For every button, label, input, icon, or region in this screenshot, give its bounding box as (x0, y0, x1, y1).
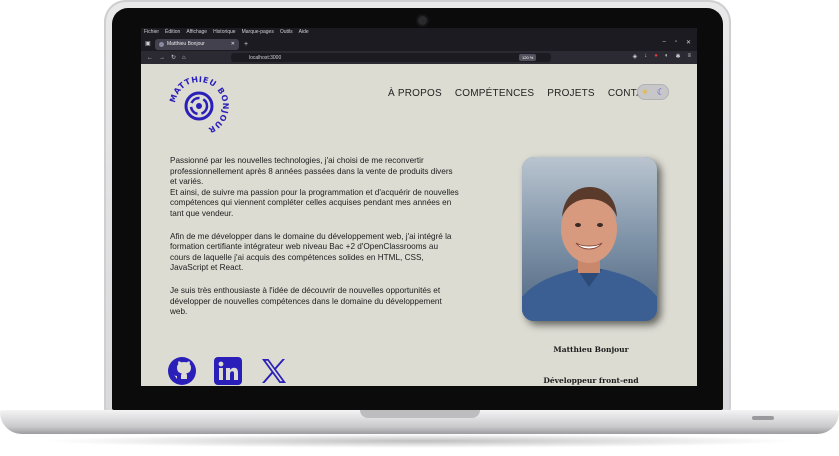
x-icon[interactable] (259, 356, 289, 386)
bio-paragraph-3: Je suis très enthousiaste à l'idée de dé… (170, 285, 442, 317)
profile-photo (522, 157, 657, 321)
tab-title: Matthieu Bonjour (167, 41, 205, 47)
pocket-icon[interactable]: ◈ (633, 53, 638, 60)
url-text: localhost:3000 (249, 54, 282, 61)
minimize-icon[interactable]: – (662, 39, 665, 46)
theme-toggle[interactable]: ☀ ☾ (637, 84, 669, 100)
home-icon[interactable]: ⌂ (182, 55, 186, 61)
nav-skills[interactable]: COMPÉTENCES (455, 88, 534, 99)
menu-edit[interactable]: Édition (165, 28, 180, 37)
zoom-badge[interactable]: 120 % (519, 54, 537, 61)
nav-about[interactable]: À PROPOS (388, 88, 442, 99)
social-links (167, 356, 289, 386)
maximize-icon[interactable]: ▫ (675, 39, 677, 46)
extension-icon[interactable]: ◐ (665, 53, 669, 60)
bio-paragraph-2: Afin de me développer dans le domaine du… (170, 231, 452, 273)
menu-help[interactable]: Aide (299, 28, 309, 37)
github-icon[interactable] (167, 356, 197, 386)
tab-close-icon[interactable]: ✕ (231, 41, 235, 47)
laptop-screen: Fichier Édition Affichage Historique Mar… (141, 28, 697, 386)
favicon-icon (159, 41, 164, 47)
laptop-shadow (40, 434, 800, 448)
menu-tools[interactable]: Outils (280, 28, 293, 37)
site-logo[interactable]: MATTHIEU BONJOUR (169, 76, 229, 136)
menu-icon[interactable]: ≡ (687, 53, 691, 60)
bio-section: Passionné par les nouvelles technologies… (170, 156, 460, 330)
download-icon[interactable]: ↓ (644, 53, 647, 60)
main-nav: À PROPOS COMPÉTENCES PROJETS CONTACT (388, 88, 657, 99)
window-controls: – ▫ ✕ (662, 39, 691, 46)
reload-icon[interactable]: ↻ (171, 54, 176, 61)
menu-history[interactable]: Historique (213, 28, 236, 37)
puzzle-icon[interactable]: ✱ (675, 53, 680, 60)
record-icon[interactable]: ● (654, 53, 658, 60)
laptop-notch (360, 410, 480, 418)
menu-file[interactable]: Fichier (144, 28, 159, 37)
browser-tabbar: ▣ Matthieu Bonjour ✕ + – ▫ ✕ (141, 37, 697, 51)
browser-tab[interactable]: Matthieu Bonjour ✕ (155, 38, 239, 50)
sun-icon: ☀ (641, 86, 650, 97)
browser-menubar: Fichier Édition Affichage Historique Mar… (141, 28, 697, 37)
nav-projects[interactable]: PROJETS (547, 88, 595, 99)
tab-overview-icon[interactable]: ▣ (145, 40, 151, 47)
bio-paragraph-1: Passionné par les nouvelles technologies… (170, 156, 459, 218)
new-tab-icon[interactable]: + (244, 41, 248, 48)
url-bar[interactable]: localhost:3000 (231, 53, 551, 62)
toolbar-icons: ◈ ↓ ● ◐ ✱ ≡ (633, 53, 691, 60)
camera-icon (418, 16, 427, 25)
linkedin-icon[interactable] (213, 356, 243, 386)
moon-icon: ☾ (656, 86, 665, 97)
back-icon[interactable]: ← (147, 55, 153, 61)
forward-icon[interactable]: → (159, 55, 165, 61)
menu-bookmarks[interactable]: Marque-pages (242, 28, 274, 37)
website-page: MATTHIEU BONJOUR À PROPOS COMPÉTENCES PR… (141, 64, 697, 386)
close-window-icon[interactable]: ✕ (686, 39, 691, 46)
person-role: Développeur front-end (543, 376, 639, 385)
browser-navbar: ← → ↻ ⌂ localhost:3000 120 % ◈ ↓ ● ◐ ✱ ≡ (141, 51, 697, 64)
person-name: Matthieu Bonjour (553, 345, 629, 354)
menu-view[interactable]: Affichage (186, 28, 207, 37)
power-indicator (752, 416, 774, 420)
